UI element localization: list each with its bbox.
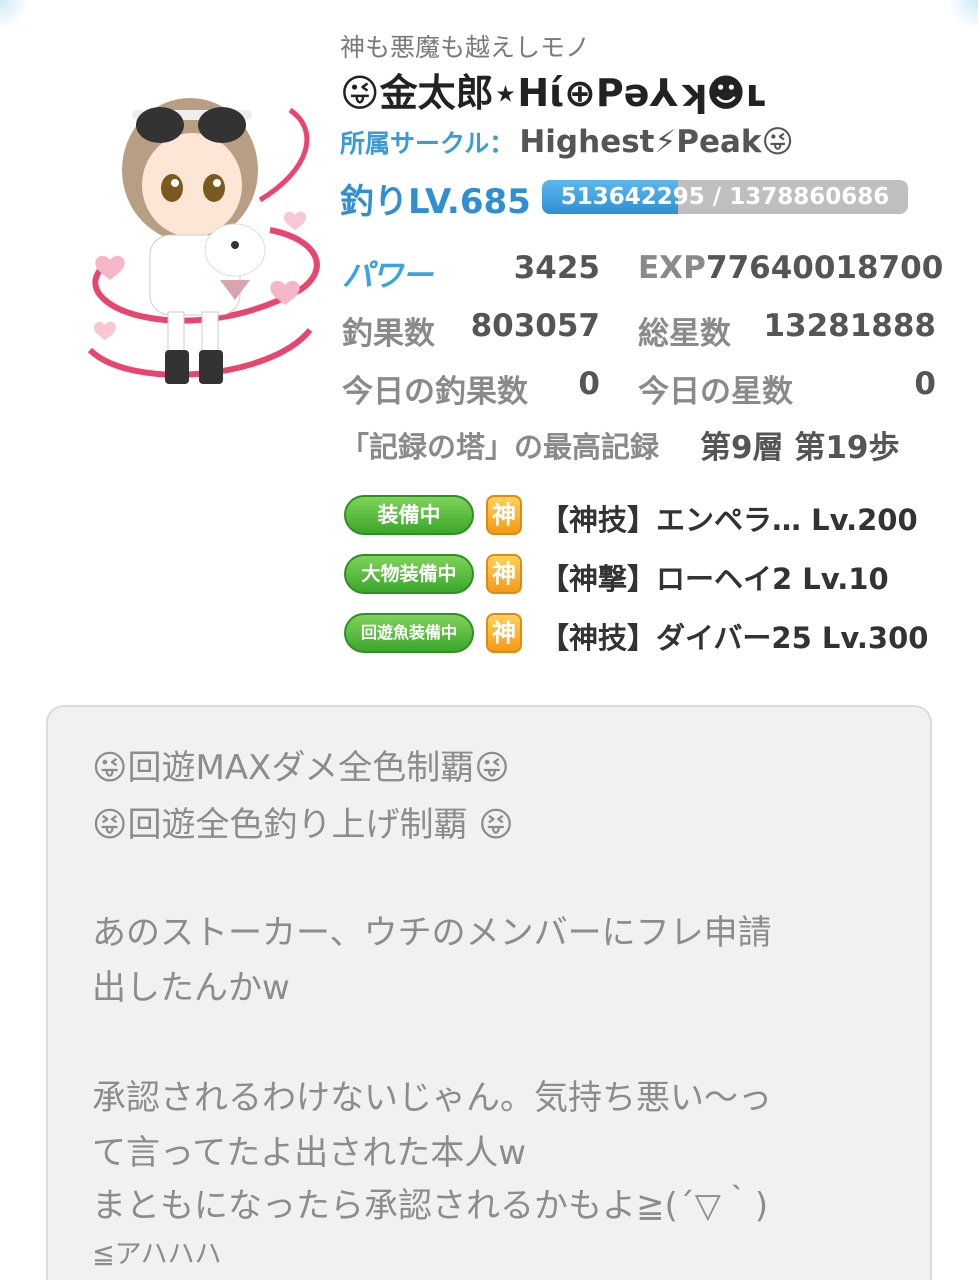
message-line: 😝回遊全色釣り上げ制覇 😝	[92, 805, 514, 845]
today-catches-value: 0	[578, 366, 600, 402]
player-avatar[interactable]	[70, 50, 340, 400]
god-rank-icon: 神	[486, 554, 522, 594]
tower-record-value: 第9層 第19歩	[700, 430, 900, 466]
corner-glow-left	[0, 0, 30, 30]
equipped-badge: 装備中	[344, 495, 474, 535]
exp-progress-text: 513642295 / 1378860686	[560, 184, 890, 210]
message-line: 😜回遊MAXダメ全色制覇😜	[92, 748, 510, 788]
circle-row[interactable]: 所属サークル： Highest⚡Peak😜	[340, 124, 794, 160]
message-line: まともになったら承認されるかもよ≧(´▽｀)	[92, 1186, 769, 1226]
fishing-level: 釣りLV.685	[340, 182, 531, 222]
exp-label: EXP	[638, 250, 706, 286]
today-stars-label: 今日の星数	[638, 374, 793, 410]
player-name: 😜金太郎⋆Hί⊕Ρə⅄ʞ☻ʟ	[340, 71, 767, 115]
message-line: あのストーカー、ウチのメンバーにフレ申請	[92, 913, 772, 953]
big-fish-equipped-badge: 大物装備中	[344, 554, 474, 594]
tower-record-label: 「記録の塔」の最高記録	[340, 430, 660, 464]
today-stars-value: 0	[914, 366, 936, 402]
equipped-item[interactable]: 【神技】エンペラ… Lv.200	[540, 497, 918, 539]
god-rank-icon: 神	[486, 613, 522, 653]
migratory-fish-equipped-badge: 回遊魚装備中	[344, 613, 474, 653]
catches-label: 釣果数	[342, 316, 435, 352]
catches-value: 803057	[470, 308, 600, 344]
exp-progress-bar: 513642295 / 1378860686	[542, 180, 908, 214]
player-title: 神も悪魔も越えしモノ	[340, 33, 591, 62]
message-line: 承認されるわけないじゃん。気持ち悪い〜っ	[92, 1078, 772, 1118]
power-label: パワー	[342, 258, 433, 294]
circle-label: 所属サークル：	[340, 129, 515, 158]
total-stars-label: 総星数	[638, 316, 731, 352]
message-line: ≦アハハハ	[92, 1239, 222, 1270]
power-value: 3425	[513, 250, 600, 286]
god-rank-icon: 神	[486, 495, 522, 535]
exp-value: 77640018700	[706, 250, 944, 286]
message-line: 出したんかw	[92, 968, 290, 1008]
big-fish-equipped-item[interactable]: 【神撃】ローヘイ2 Lv.10	[540, 556, 889, 598]
message-line: て言ってたよ出された本人w	[92, 1133, 527, 1173]
circle-name[interactable]: Highest⚡Peak😜	[519, 124, 794, 160]
total-stars-value: 13281888	[763, 308, 936, 344]
migratory-fish-equipped-item[interactable]: 【神技】ダイバー25 Lv.300	[540, 615, 928, 657]
today-catches-label: 今日の釣果数	[342, 374, 528, 410]
corner-glow-right	[948, 0, 978, 30]
